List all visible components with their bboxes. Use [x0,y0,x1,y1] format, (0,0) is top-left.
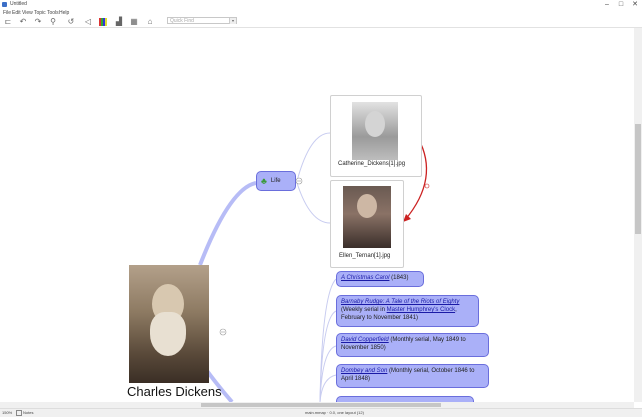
branch-life-catherine [296,132,331,182]
title-bar: Untitled – □ ✕ [0,0,642,9]
work-secondary-link[interactable]: Master Humphrey's Clock [387,307,456,313]
relationship-handle [424,183,430,189]
work-node-barnaby-rudge[interactable]: Barnaby Rudge: A Tale of the Riots of Ei… [336,295,479,327]
branch-work-1 [319,278,337,402]
toolbar: ⊏ ↶ ↷ ⚲ ↺ ◁ ▟ ▦ ⌂ [0,16,642,28]
color-icon[interactable] [98,17,108,26]
work-title-link[interactable]: Barnaby Rudge: A Tale of the Riots of Ei… [341,299,459,305]
ellen-face [357,194,377,218]
zoom-level[interactable]: 150% [2,410,12,415]
work-node-dombey-and-son[interactable]: Dombey and Son (Monthly serial, October … [336,364,489,388]
tree-icon[interactable]: ⌂ [145,17,155,26]
branch-work-4 [319,374,337,402]
table-icon[interactable]: ▦ [129,17,139,26]
work-node-david-copperfield[interactable]: David Copperfield (Monthly serial, May 1… [336,333,489,357]
portrait-beard [150,312,186,356]
quick-find-input[interactable]: Quick Find ▾ [167,17,237,24]
vertical-scroll-thumb[interactable] [635,124,641,234]
mind-map-canvas[interactable]: Charles Dickens ♣ Life Catherine_Dickens… [0,28,634,402]
insert-topic-icon[interactable]: ◁ [83,17,93,26]
app-icon [2,2,7,7]
minimize-button[interactable]: – [600,0,614,9]
link-icon[interactable]: ⚲ [48,17,58,26]
arrowhead-bottom-icon [403,214,411,222]
maximize-button[interactable]: □ [614,0,628,9]
work-node-christmas-carol[interactable]: A Christmas Carol (1843) [336,271,424,287]
status-info: main.mmap · 0.0, one layout (12) [305,410,364,415]
image-caption-catherine: Catherine_Dickens[1].jpg [338,161,406,167]
arrow-icon[interactable]: ↺ [66,17,76,26]
close-button[interactable]: ✕ [628,0,642,9]
work-detail: (Weekly serial in [341,307,387,313]
branch-lines [198,132,430,402]
central-topic-label[interactable]: Charles Dickens [127,384,222,399]
notes-checkbox[interactable] [16,410,22,416]
undo-icon[interactable]: ↶ [18,17,28,26]
color-swatch-icon [99,17,107,26]
redo-icon[interactable]: ↷ [33,17,43,26]
new-map-icon[interactable]: ⊏ [3,17,13,26]
menu-bar: File Edit View Topic Tools Help [0,9,642,16]
horizontal-scroll-thumb[interactable] [201,403,441,407]
window-title: Untitled [10,1,27,7]
work-title-link[interactable]: Dombey and Son [341,368,387,374]
branch-central-life [198,181,257,266]
image-caption-ellen: Ellen_Ternan[1].jpg [339,253,391,259]
tree-icon: ♣ [261,176,267,186]
life-topic[interactable]: ♣ Life [256,171,296,191]
vertical-scrollbar[interactable] [634,28,642,402]
work-title-link[interactable]: David Copperfield [341,337,389,343]
work-title-link[interactable]: A Christmas Carol [341,275,389,281]
work-detail: (1843) [389,275,409,281]
chart-icon[interactable]: ▟ [114,17,124,26]
life-topic-label: Life [270,178,281,184]
notes-label: Notes [23,410,34,415]
quick-find-placeholder: Quick Find [170,18,194,24]
branch-life-ellen [296,182,331,224]
chevron-down-icon[interactable]: ▾ [229,18,236,24]
catherine-face [365,111,385,137]
